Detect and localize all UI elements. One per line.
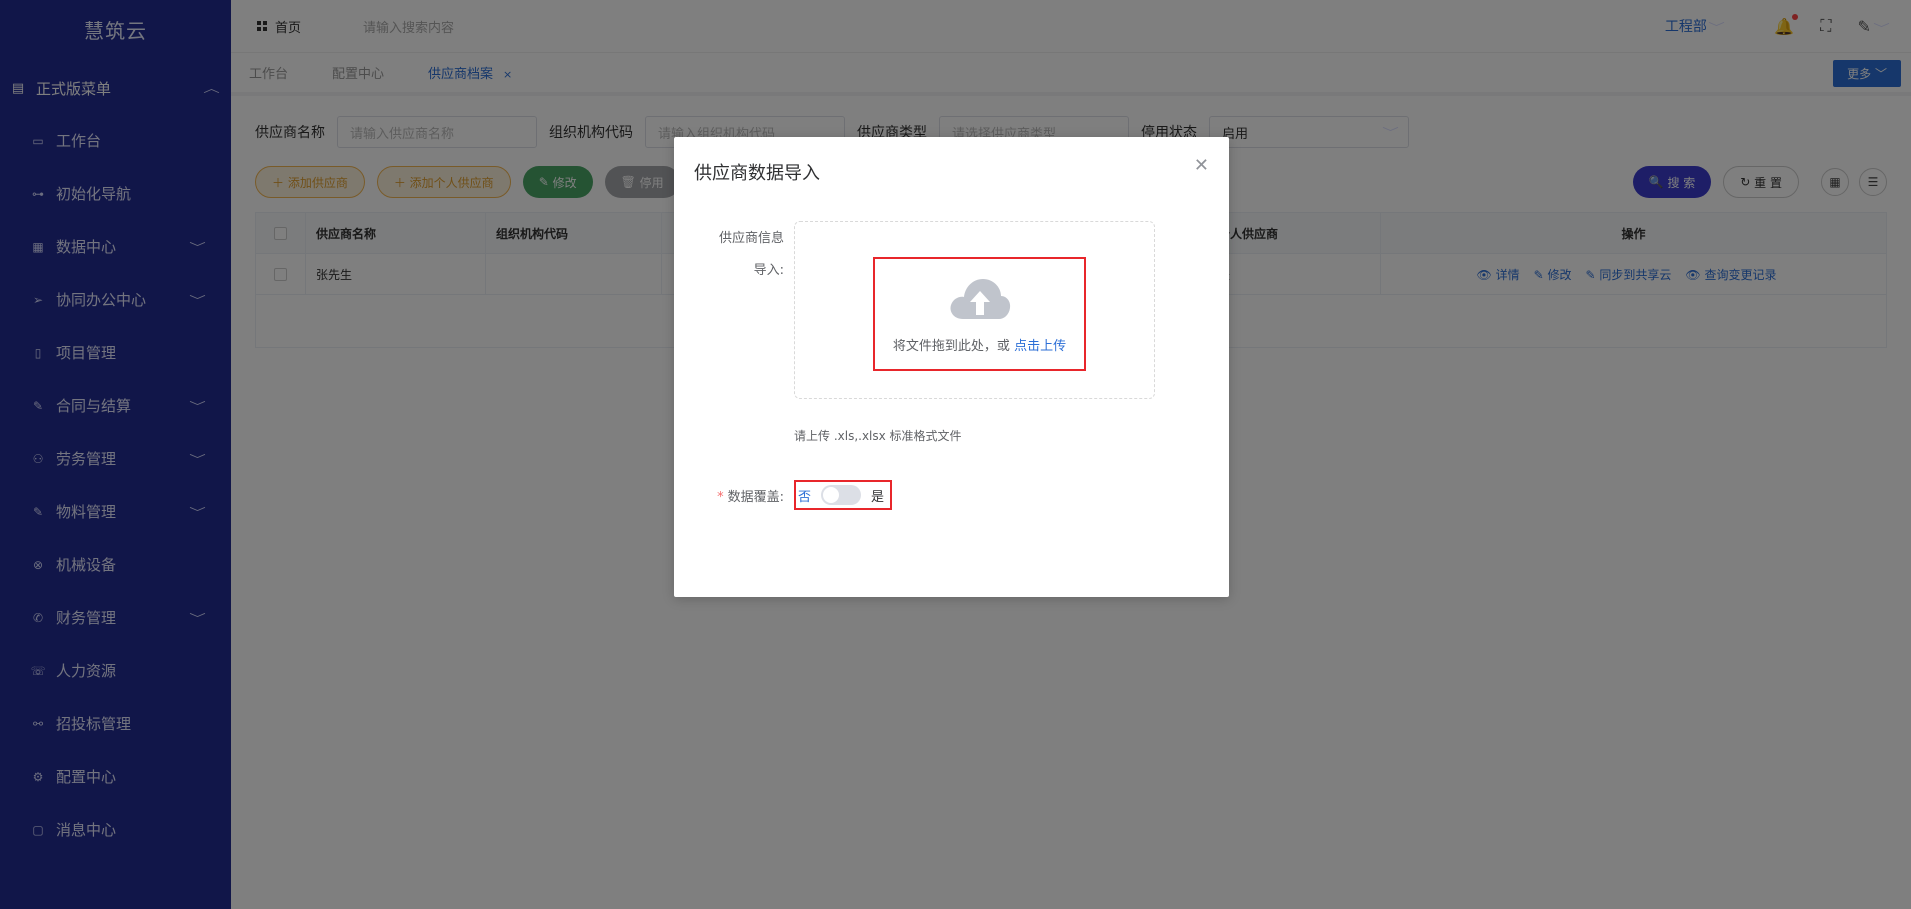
override-switch[interactable] bbox=[821, 485, 862, 505]
upload-tip: 请上传 .xls,.xlsx 标准格式文件 bbox=[794, 429, 962, 443]
cloud-upload-icon bbox=[950, 278, 1010, 319]
switch-on-label[interactable]: 是 bbox=[871, 486, 884, 505]
override-label-text: 数据覆盖: bbox=[727, 490, 784, 505]
override-switch-box: 否 是 bbox=[794, 480, 892, 510]
switch-off-label[interactable]: 否 bbox=[798, 486, 811, 505]
upload-text: 将文件拖到此处，或 点击上传 bbox=[893, 335, 1066, 354]
switch-knob bbox=[823, 487, 840, 503]
click-upload-link[interactable]: 点击上传 bbox=[1014, 339, 1066, 354]
override-label: * 数据覆盖: bbox=[694, 486, 784, 505]
dialog-title: 供应商数据导入 bbox=[694, 163, 820, 184]
upload-dropzone[interactable]: 将文件拖到此处，或 点击上传 bbox=[794, 221, 1155, 399]
upload-target[interactable]: 将文件拖到此处，或 点击上传 bbox=[873, 257, 1086, 371]
upload-label-line2: 导入: bbox=[753, 263, 784, 278]
required-mark: * bbox=[717, 490, 724, 505]
import-dialog: 供应商数据导入 ✕ 供应商信息 导入: 将文件拖到此处，或 点击上传 请上传 .… bbox=[674, 137, 1229, 597]
upload-label-line1: 供应商信息 bbox=[718, 231, 784, 246]
close-icon[interactable]: ✕ bbox=[1194, 155, 1209, 176]
upload-instruction: 将文件拖到此处，或 bbox=[892, 338, 1010, 354]
